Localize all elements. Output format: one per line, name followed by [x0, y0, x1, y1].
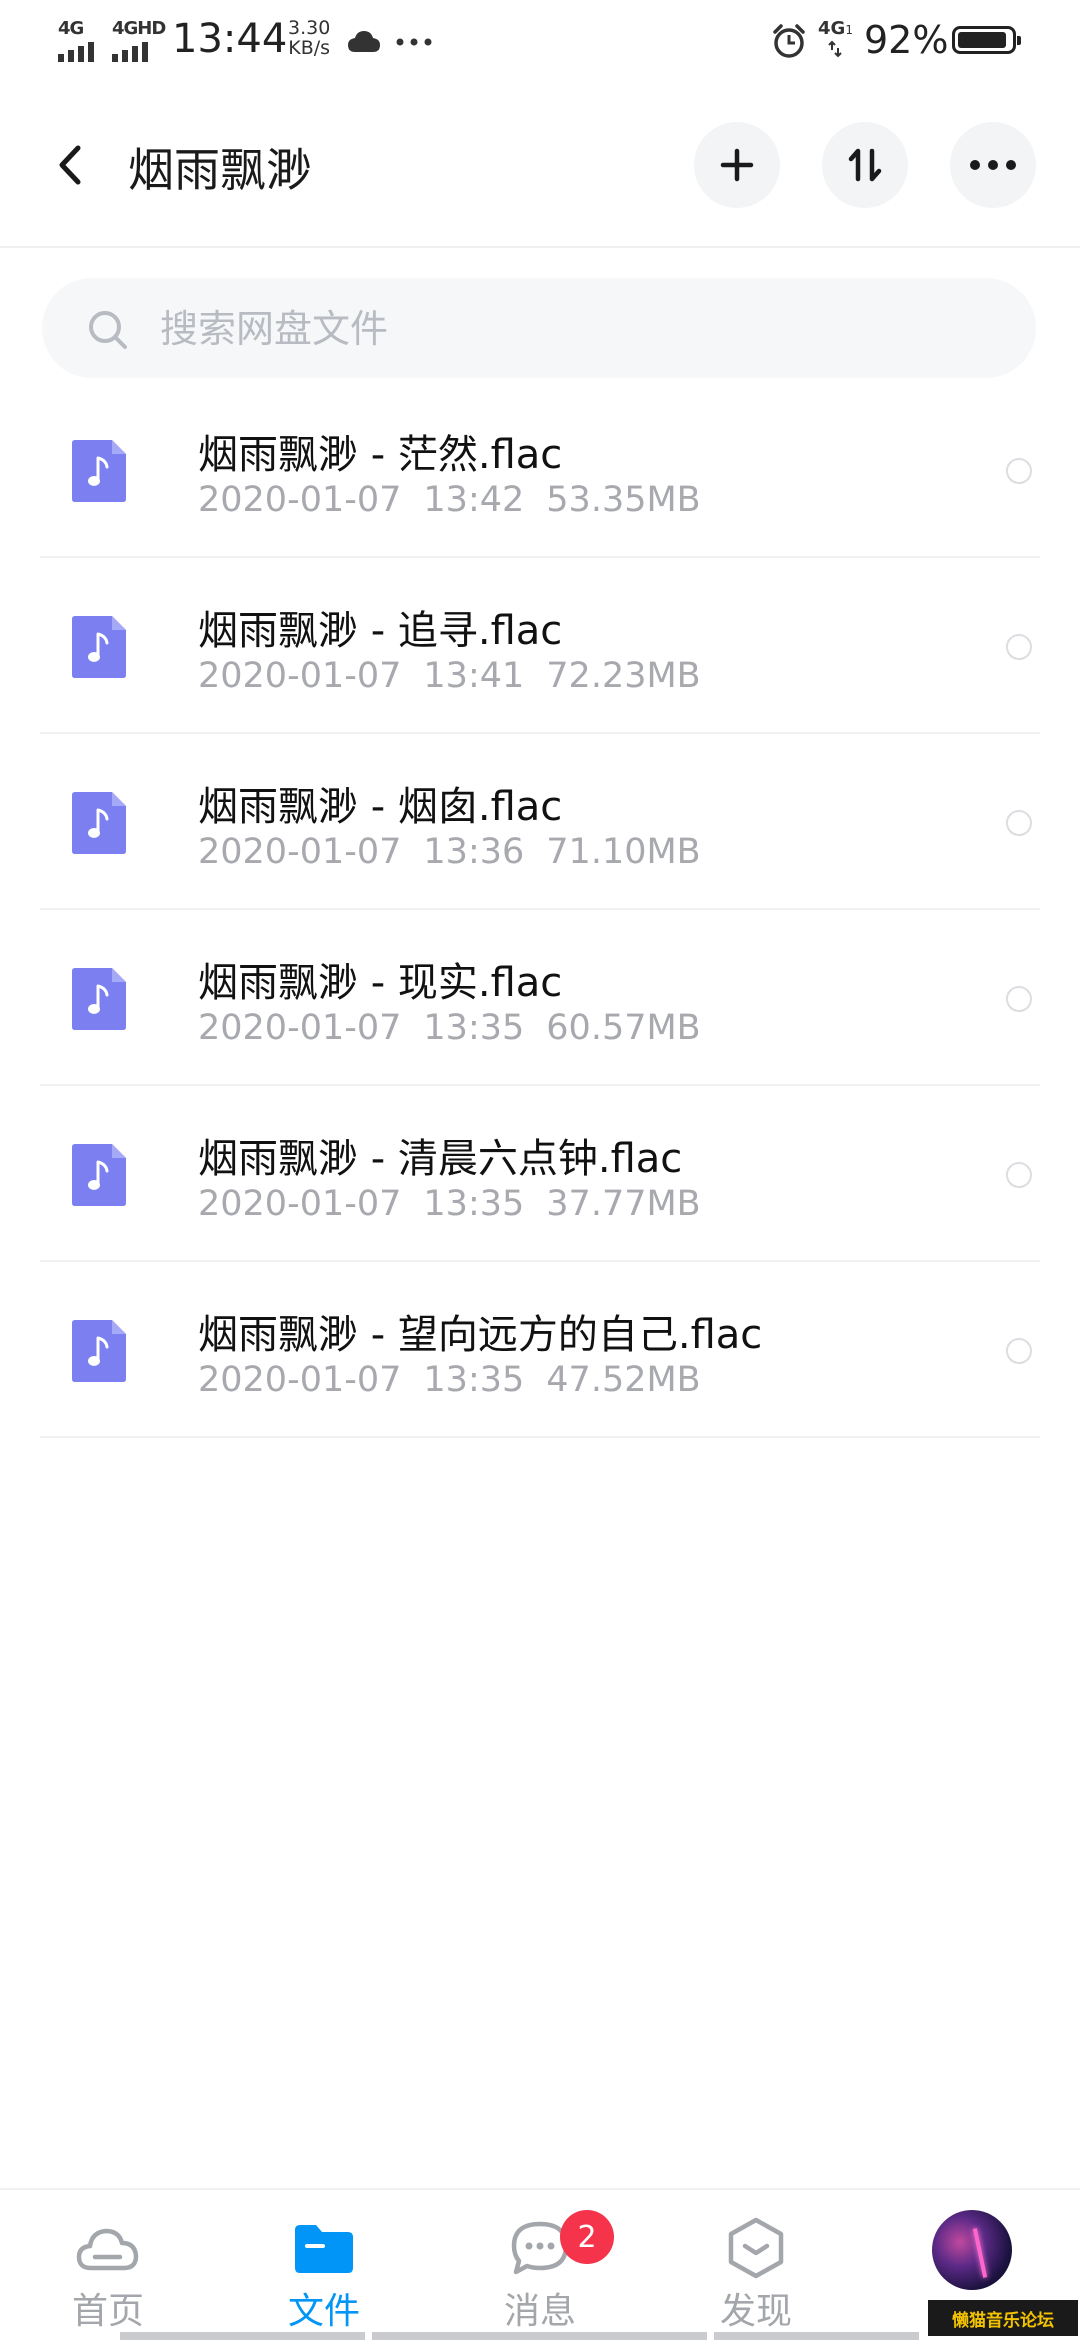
- file-size: 47.52MB: [546, 1360, 701, 1400]
- file-size: 72.23MB: [546, 656, 701, 696]
- file-name: 烟雨飘渺 - 望向远方的自己.flac: [198, 1312, 763, 1358]
- folder-icon: [295, 2225, 353, 2273]
- music-file-icon: [72, 792, 126, 854]
- file-name: 烟雨飘渺 - 现实.flac: [198, 960, 563, 1006]
- select-checkbox[interactable]: [1006, 1162, 1032, 1188]
- alarm-clock-icon: [773, 24, 805, 58]
- file-name: 烟雨飘渺 - 茫然.flac: [198, 432, 563, 478]
- select-checkbox[interactable]: [1006, 634, 1032, 660]
- unread-messages-badge: 2: [560, 2210, 614, 2264]
- more-notifications-icon: [396, 38, 432, 46]
- file-meta: 2020-01-07 13:36 71.10MB: [198, 832, 723, 872]
- file-meta: 2020-01-07 13:35 47.52MB: [198, 1360, 723, 1400]
- file-date: 2020-01-07: [198, 1008, 402, 1048]
- network-type-data: 4G: [818, 18, 846, 39]
- file-size: 53.35MB: [546, 480, 701, 520]
- status-time: 13:44: [172, 16, 288, 62]
- file-name: 烟雨飘渺 - 追寻.flac: [198, 608, 563, 654]
- file-date: 2020-01-07: [198, 832, 402, 872]
- music-file-icon: [72, 1320, 126, 1382]
- cloudy-weather-icon: [348, 31, 380, 52]
- nav-home[interactable]: 首页: [8, 2190, 208, 2342]
- nav-discover-label: 发现: [719, 2291, 792, 2332]
- status-bar: 4G 4GHD 13:44 3.30 KB/s 4G1 92%: [0, 0, 1080, 80]
- gesture-bar-segment: [372, 2332, 707, 2340]
- file-row[interactable]: 烟雨飘渺 - 现实.flac 2020-01-07 13:35 60.57MB: [0, 910, 1080, 1086]
- file-list: 烟雨飘渺 - 茫然.flac 2020-01-07 13:42 53.35MB 烟雨…: [0, 382, 1080, 1438]
- nav-files[interactable]: 文件: [224, 2190, 424, 2342]
- back-button[interactable]: [50, 140, 90, 190]
- cloud-icon: [76, 2228, 139, 2271]
- file-name: 烟雨飘渺 - 清晨六点钟.flac: [198, 1136, 683, 1182]
- search-bar[interactable]: [42, 278, 1036, 380]
- file-row[interactable]: 烟雨飘渺 - 烟囱.flac 2020-01-07 13:36 71.10MB: [0, 734, 1080, 910]
- file-row[interactable]: 烟雨飘渺 - 清晨六点钟.flac 2020-01-07 13:35 37.77MB: [0, 1086, 1080, 1262]
- search-icon: [89, 311, 127, 349]
- nav-files-label: 文件: [287, 2291, 360, 2332]
- network-speed-value: 3.30: [288, 17, 331, 39]
- file-time: 13:42: [423, 480, 525, 520]
- network-speed: 3.30 KB/s: [288, 18, 330, 58]
- file-meta: 2020-01-07 13:35 60.57MB: [198, 1008, 723, 1048]
- file-time: 13:35: [423, 1008, 525, 1048]
- network-type-sim2: 4GHD: [112, 18, 166, 39]
- data-arrows-icon: [828, 40, 842, 58]
- file-time: 13:36: [423, 832, 525, 872]
- file-date: 2020-01-07: [198, 480, 402, 520]
- select-checkbox[interactable]: [1006, 810, 1032, 836]
- bottom-navigation: 首页 文件 消息 2 发现: [0, 2188, 1080, 2342]
- mobile-data-indicator: 4G1: [818, 18, 853, 58]
- gesture-bar-segment: [714, 2332, 919, 2340]
- sort-arrows-icon: [848, 148, 882, 182]
- select-checkbox[interactable]: [1006, 458, 1032, 484]
- nav-messages[interactable]: 消息: [440, 2190, 640, 2342]
- gesture-bar-segment: [120, 2332, 365, 2340]
- sort-button[interactable]: [822, 122, 908, 208]
- file-date: 2020-01-07: [198, 656, 402, 696]
- music-file-icon: [72, 440, 126, 502]
- network-type-sim1: 4G: [58, 18, 84, 39]
- music-file-icon: [72, 1144, 126, 1206]
- file-time: 13:41: [423, 656, 525, 696]
- music-file-icon: [72, 616, 126, 678]
- plus-icon: [720, 148, 754, 182]
- add-button[interactable]: [694, 122, 780, 208]
- battery-percent: 92%: [864, 18, 949, 62]
- file-name: 烟雨飘渺 - 烟囱.flac: [198, 784, 563, 830]
- file-date: 2020-01-07: [198, 1184, 402, 1224]
- file-meta: 2020-01-07 13:41 72.23MB: [198, 656, 723, 696]
- forum-watermark: 懒猫音乐论坛: [928, 2300, 1078, 2336]
- music-file-icon: [72, 968, 126, 1030]
- file-time: 13:35: [423, 1184, 525, 1224]
- network-speed-unit: KB/s: [288, 37, 331, 59]
- discover-cube-icon: [728, 2217, 784, 2279]
- user-avatar[interactable]: [932, 2210, 1012, 2290]
- file-size: 37.77MB: [546, 1184, 701, 1224]
- file-size: 71.10MB: [546, 832, 701, 872]
- file-meta: 2020-01-07 13:35 37.77MB: [198, 1184, 723, 1224]
- nav-home-label: 首页: [71, 2291, 144, 2332]
- file-date: 2020-01-07: [198, 1360, 402, 1400]
- battery-icon: [952, 26, 1021, 54]
- select-checkbox[interactable]: [1006, 1338, 1032, 1364]
- nav-discover[interactable]: 发现: [656, 2190, 856, 2342]
- file-row[interactable]: 烟雨飘渺 - 望向远方的自己.flac 2020-01-07 13:35 47.52…: [0, 1262, 1080, 1438]
- network-sim-number: 1: [845, 23, 853, 37]
- page-title: 烟雨飘渺: [128, 143, 312, 197]
- more-dots-icon: [970, 160, 1016, 170]
- file-meta: 2020-01-07 13:42 53.35MB: [198, 480, 723, 520]
- file-row[interactable]: 烟雨飘渺 - 茫然.flac 2020-01-07 13:42 53.35MB: [0, 382, 1080, 558]
- file-row[interactable]: 烟雨飘渺 - 追寻.flac 2020-01-07 13:41 72.23MB: [0, 558, 1080, 734]
- chevron-left-icon: [59, 145, 81, 185]
- nav-messages-label: 消息: [503, 2291, 576, 2332]
- header: 烟雨飘渺: [0, 80, 1080, 248]
- select-checkbox[interactable]: [1006, 986, 1032, 1012]
- more-options-button[interactable]: [950, 122, 1036, 208]
- file-size: 60.57MB: [546, 1008, 701, 1048]
- search-input[interactable]: [158, 278, 982, 380]
- file-time: 13:35: [423, 1360, 525, 1400]
